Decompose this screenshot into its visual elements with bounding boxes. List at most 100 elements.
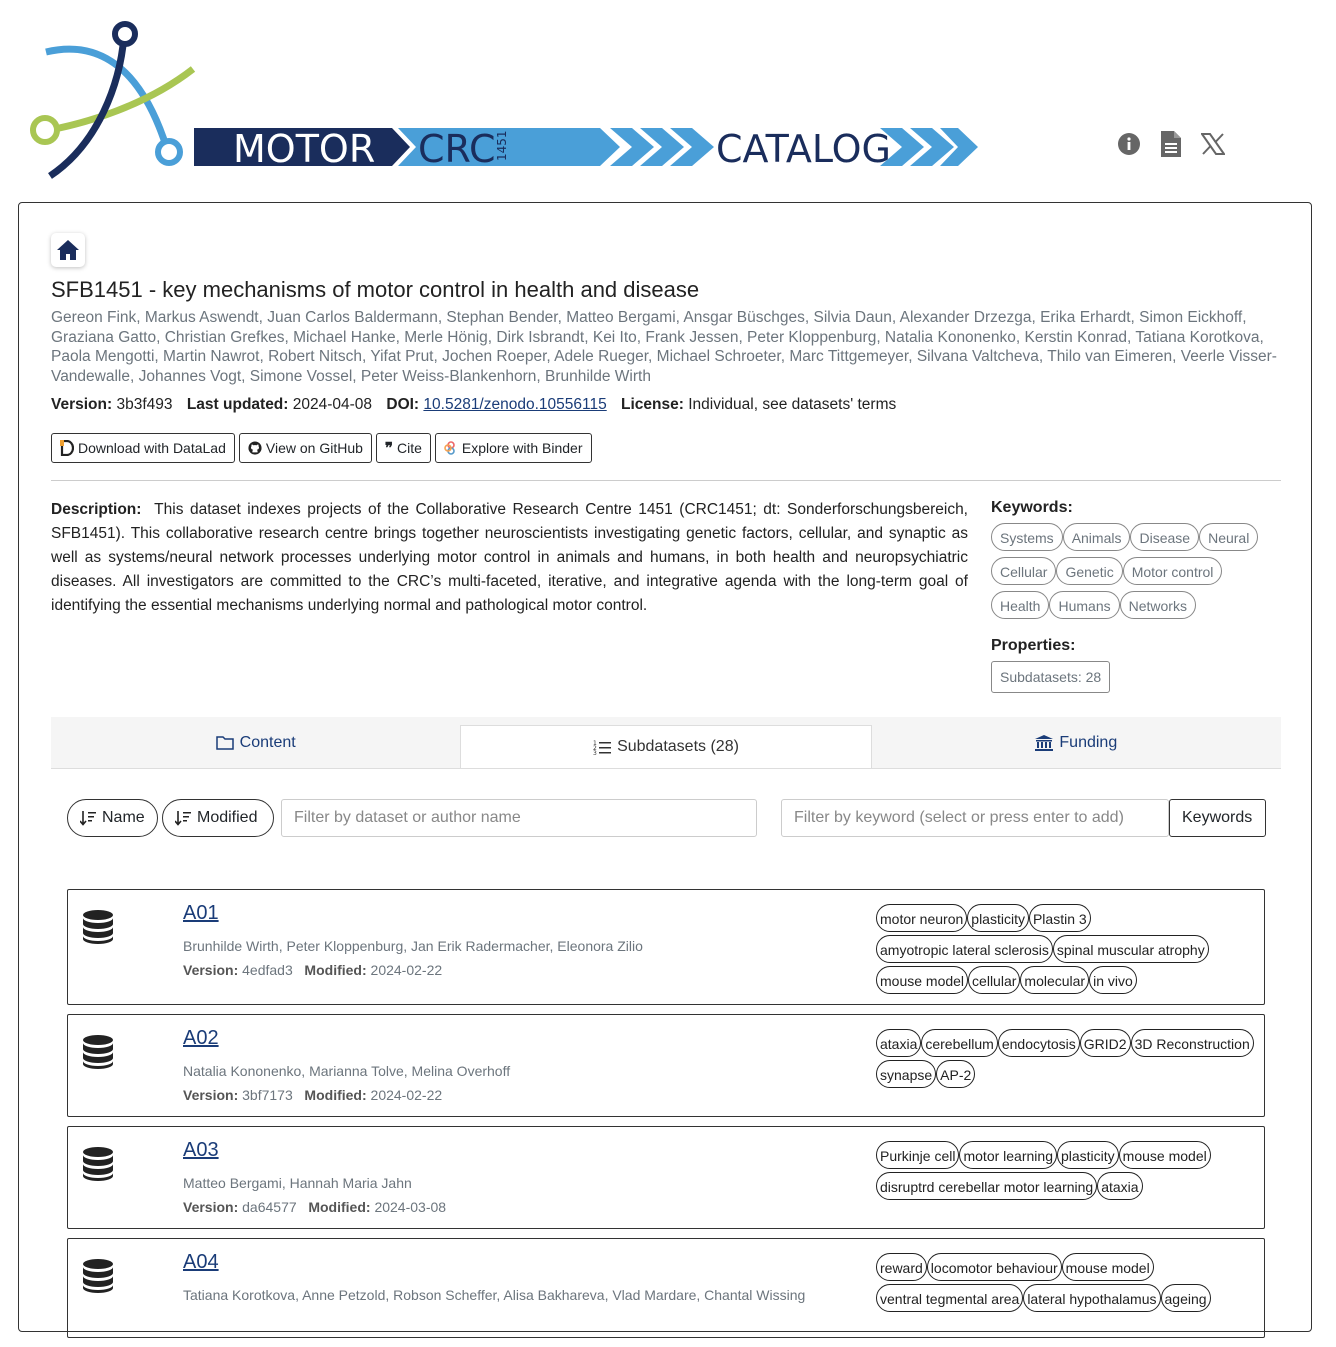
keyword-badge[interactable]: Genetic — [1056, 557, 1123, 585]
doi-link[interactable]: 10.5281/zenodo.10556115 — [423, 396, 606, 413]
datalad-icon — [60, 440, 74, 456]
updated-value: 2024-04-08 — [292, 396, 373, 413]
keyword-tag[interactable]: Purkinje cell — [876, 1141, 960, 1169]
view-github-button[interactable]: View on GitHub — [238, 433, 372, 463]
sort-icon — [175, 811, 191, 826]
subdataset-tags: ataxia cerebellum endocytosis GRID2 3D Recon… — [876, 1029, 1261, 1088]
subdataset-name-link[interactable]: A03 — [183, 1139, 219, 1162]
sort-name-button[interactable]: Name — [67, 799, 158, 837]
logo-crc-text: CRC — [418, 127, 496, 171]
keyword-tag[interactable]: cerebellum — [921, 1029, 998, 1057]
tab-subdatasets[interactable]: 123 Subdatasets (28) — [460, 725, 872, 768]
dataset-meta: Version: 3b3f493 Last updated: 2024-04-0… — [51, 396, 896, 414]
modified-value: 2024-02-22 — [370, 1087, 443, 1103]
explore-binder-button[interactable]: Explore with Binder — [434, 433, 592, 463]
info-icon[interactable] — [1116, 130, 1142, 158]
subdataset-authors: Natalia Kononenko, Marianna Tolve, Melin… — [183, 1063, 511, 1079]
tab-funding-label: Funding — [1059, 733, 1118, 751]
keyword-filter-input[interactable] — [781, 799, 1169, 837]
version-value: 3b3f493 — [116, 396, 173, 413]
keyword-tag[interactable]: mouse model — [1061, 1253, 1154, 1281]
keyword-tag[interactable]: mouse model — [1118, 1141, 1211, 1169]
keyword-badge[interactable]: Health — [991, 591, 1050, 619]
keyword-tag[interactable]: AP-2 — [936, 1060, 976, 1088]
modified-label: Modified: — [304, 1087, 367, 1103]
keyword-badge[interactable]: Systems — [991, 523, 1063, 551]
download-datalad-label: Download with DataLad — [78, 440, 226, 456]
version-label: Version: — [183, 1199, 239, 1215]
page-title: SFB1451 - key mechanisms of motor contro… — [51, 277, 700, 302]
keywords-heading: Keywords: — [991, 499, 1073, 516]
cite-button[interactable]: ❞ Cite — [375, 433, 431, 463]
keyword-tag[interactable]: ataxia — [1097, 1172, 1143, 1200]
document-icon[interactable] — [1158, 130, 1184, 158]
keyword-tag[interactable]: cellular — [968, 966, 1021, 994]
keyword-tag[interactable]: spinal muscular atrophy — [1052, 935, 1209, 963]
home-button[interactable] — [51, 233, 85, 267]
keyword-tag[interactable]: GRID2 — [1079, 1029, 1131, 1057]
version-label: Version: — [183, 1087, 239, 1103]
sort-name-label: Name — [102, 809, 145, 826]
keyword-tag[interactable]: Plastin 3 — [1028, 904, 1091, 932]
modified-value: 2024-03-08 — [374, 1199, 447, 1215]
subdatasets-count-badge: Subdatasets: 28 — [991, 661, 1111, 693]
version-value: da64577 — [242, 1199, 297, 1215]
keyword-tag[interactable]: plasticity — [967, 904, 1029, 932]
keyword-tag[interactable]: plasticity — [1056, 1141, 1119, 1169]
keyword-badge[interactable]: Humans — [1049, 591, 1120, 619]
keyword-tag[interactable]: locomotor behaviour — [926, 1253, 1062, 1281]
keyword-tag[interactable]: motor neuron — [876, 904, 968, 932]
keyword-badge[interactable]: Animals — [1062, 523, 1131, 551]
keyword-badge[interactable]: Neural — [1199, 523, 1259, 551]
name-filter-input[interactable] — [281, 799, 757, 837]
keyword-tag[interactable]: in vivo — [1089, 966, 1137, 994]
database-icon — [83, 1259, 113, 1293]
subdataset-name-link[interactable]: A04 — [183, 1251, 219, 1274]
view-github-label: View on GitHub — [265, 440, 363, 456]
tab-content[interactable]: Content — [51, 717, 460, 768]
subdataset-name-link[interactable]: A01 — [183, 902, 219, 925]
binder-icon — [444, 441, 455, 455]
keyword-tag[interactable]: motor learning — [959, 1141, 1057, 1169]
explore-binder-label: Explore with Binder — [461, 440, 583, 456]
tab-funding[interactable]: Funding — [872, 717, 1281, 768]
subdataset-name-link[interactable]: A02 — [183, 1027, 219, 1050]
keywords-button[interactable]: Keywords — [1169, 799, 1266, 837]
modified-value: 2024-02-22 — [370, 962, 443, 978]
subdataset-item: A01 Brunhilde Wirth, Peter Kloppenburg, … — [67, 889, 1265, 1005]
keyword-badge[interactable]: Networks — [1119, 591, 1196, 619]
keyword-tag[interactable]: reward — [876, 1253, 927, 1281]
keyword-badge[interactable]: Disease — [1130, 523, 1200, 551]
version-value: 3bf7173 — [242, 1087, 293, 1103]
svg-text:3: 3 — [593, 750, 597, 755]
dataset-card: SFB1451 - key mechanisms of motor contro… — [18, 202, 1312, 1338]
modified-label: Modified: — [304, 962, 367, 978]
sort-icon — [80, 811, 96, 826]
keyword-tag[interactable]: endocytosis — [997, 1029, 1080, 1057]
keyword-tag[interactable]: disruptrd cerebellar motor learning — [876, 1172, 1098, 1200]
filter-toolbar: Name Modified Keywords — [67, 799, 1266, 837]
keyword-tag[interactable]: synapse — [876, 1060, 937, 1088]
database-icon — [83, 1147, 113, 1181]
keyword-tag[interactable]: molecular — [1020, 966, 1090, 994]
sort-modified-button[interactable]: Modified — [162, 799, 274, 837]
keyword-tag[interactable]: 3D Reconstruction — [1130, 1029, 1254, 1057]
keyword-tag[interactable]: ataxia — [876, 1029, 922, 1057]
logo-motor-text: MOTOR — [233, 127, 375, 171]
subdataset-item: A02 Natalia Kononenko, Marianna Tolve, M… — [67, 1014, 1265, 1117]
logo-catalog-text: CATALOG — [716, 127, 891, 171]
x-icon[interactable] — [1200, 130, 1226, 158]
keyword-tag[interactable]: amyotropic lateral sclerosis — [876, 935, 1053, 963]
modified-label: Modified: — [308, 1199, 371, 1215]
subdataset-item: A03 Matteo Bergami, Hannah Maria Jahn Ve… — [67, 1126, 1265, 1229]
download-datalad-button[interactable]: Download with DataLad — [51, 433, 235, 463]
keyword-badge[interactable]: Cellular — [991, 557, 1057, 585]
database-icon — [83, 910, 113, 944]
keyword-tag[interactable]: mouse model — [876, 966, 969, 994]
motor-crc-catalog-logo[interactable]: MOTOR CRC 1451 CATALOG — [28, 14, 988, 184]
properties-heading: Properties: — [991, 637, 1076, 654]
keyword-badge[interactable]: Motor control — [1122, 557, 1223, 585]
doi-label: DOI: — [386, 396, 420, 413]
subdataset-item: A04 Tatiana Korotkova, Anne Petzold, Rob… — [67, 1238, 1265, 1338]
sidebar-info: Keywords: Systems Animals Disease Neural Cel… — [991, 499, 1281, 693]
